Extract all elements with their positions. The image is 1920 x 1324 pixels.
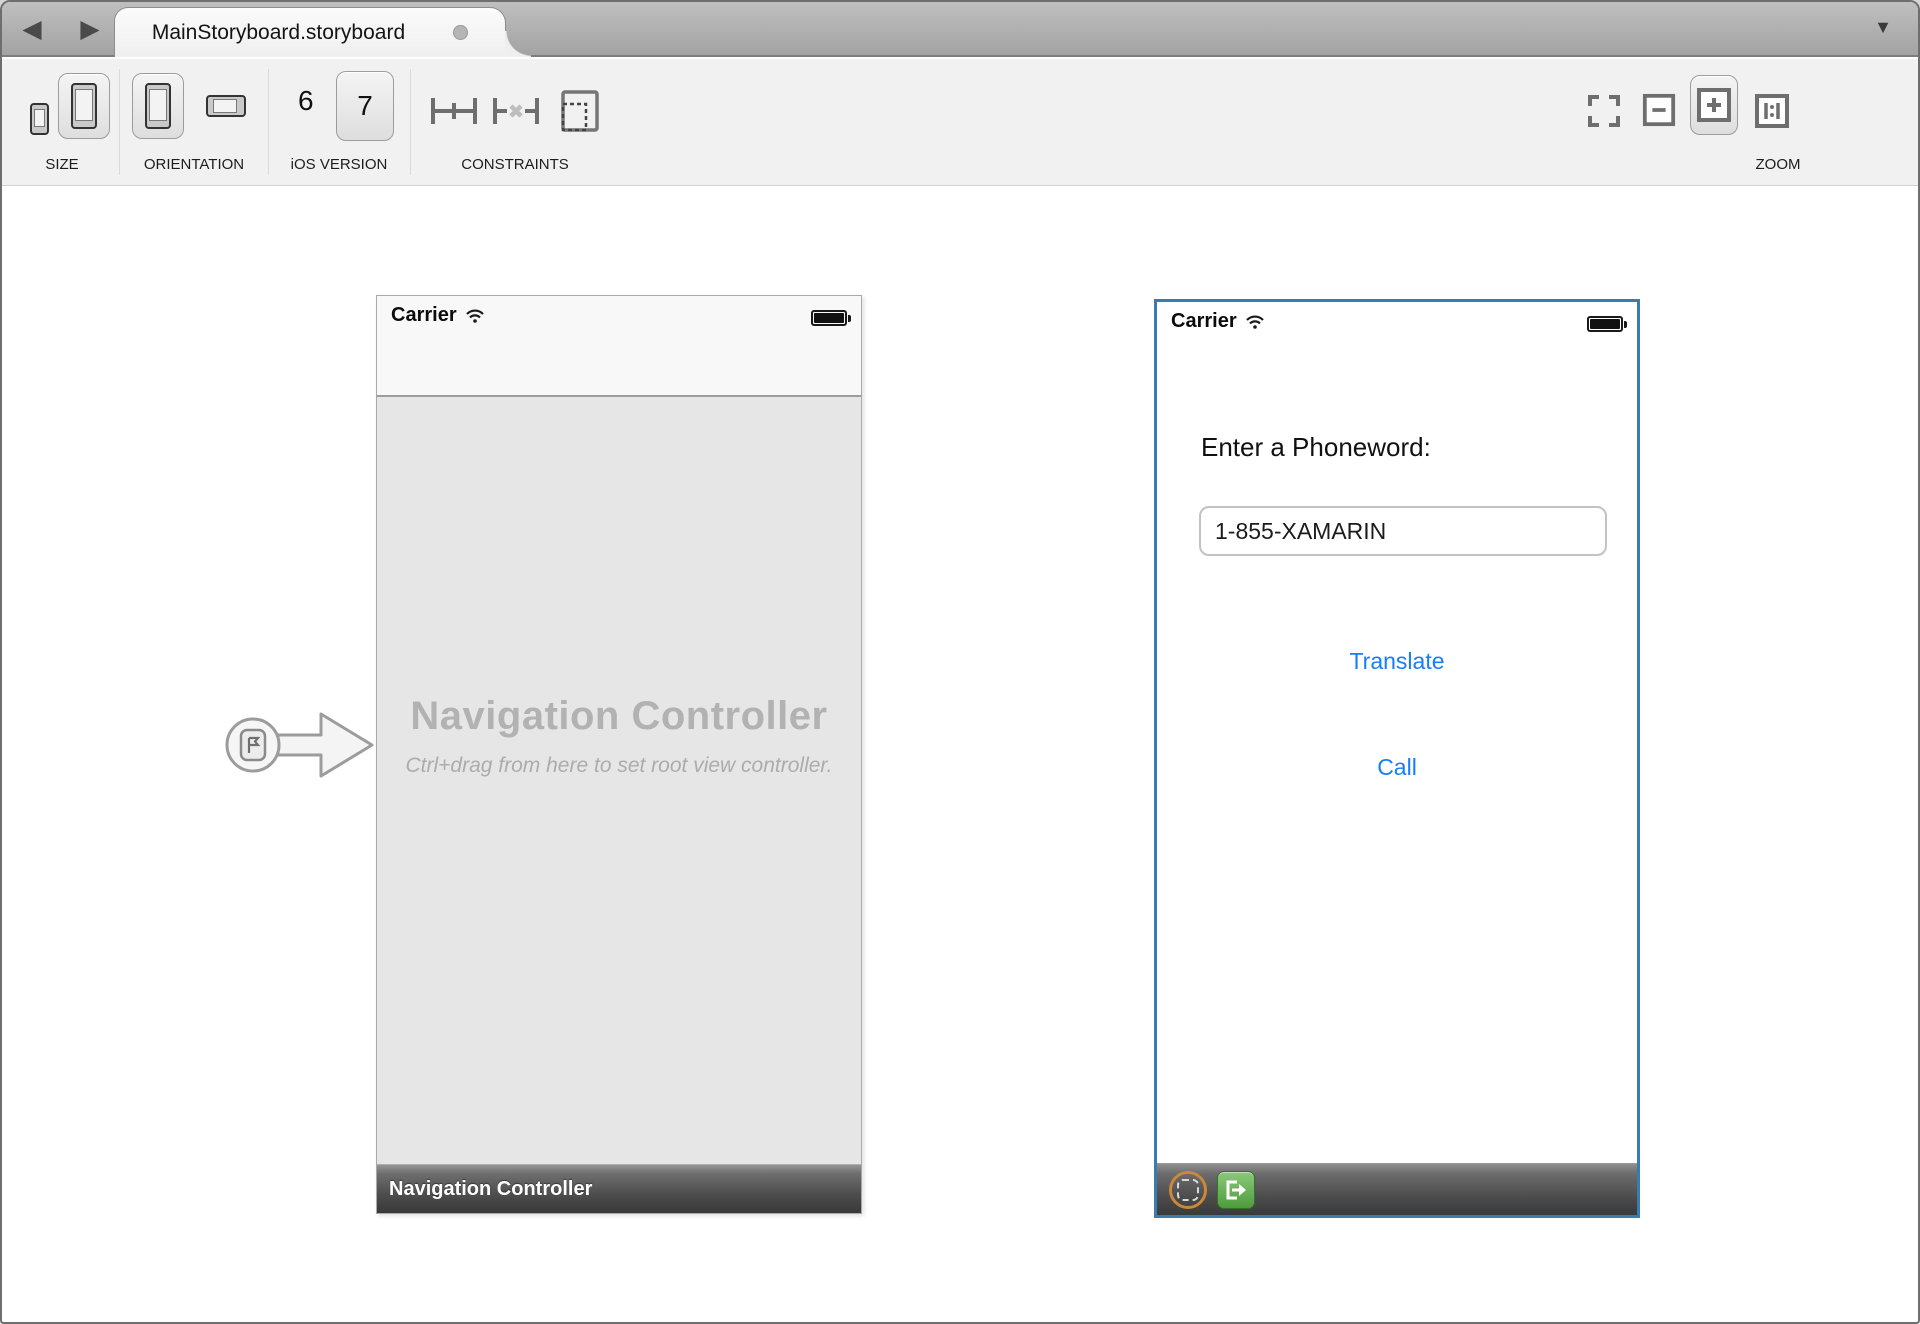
phoneword-prompt-label: Enter a Phoneword: [1201,432,1431,463]
designer-toolbar: SIZE ORIENTATION 6 7 iOS VERSION CONSTRA… [2,59,1918,186]
update-frames-icon[interactable] [560,89,600,133]
orientation-portrait-button[interactable] [132,73,184,139]
navigation-controller-scene[interactable]: Carrier Navigation Controller Ctrl+drag … [376,295,862,1214]
carrier-text: Carrier [391,304,457,327]
zoom-out-button[interactable] [1642,93,1676,127]
nav-status-bar: Carrier [377,296,861,397]
tab-title: MainStoryboard.storyboard [152,21,405,45]
back-icon[interactable]: ◀ [14,11,50,47]
carrier-text: Carrier [1171,310,1237,333]
size-4inch-icon [71,83,97,129]
scene-footer-bar[interactable] [1157,1163,1637,1215]
zoom-fit-icon[interactable] [1588,95,1620,127]
storyboard-canvas[interactable]: Carrier Navigation Controller Ctrl+drag … [2,187,1918,1322]
view-controller-icon[interactable] [1169,1171,1207,1209]
tab-bar: ◀ ▶ MainStoryboard.storyboard ▼ [2,2,1918,57]
scene-footer-label: Navigation Controller [377,1165,861,1213]
battery-icon [1587,316,1623,332]
orientation-portrait-icon [145,83,171,129]
ios-version-7-value: 7 [357,90,373,122]
navigation-controller-placeholder-title: Navigation Controller [377,694,861,739]
scene-footer-bar[interactable]: Navigation Controller [377,1164,861,1213]
size-label: SIZE [12,156,112,173]
zoom-in-icon [1696,87,1732,123]
exit-segue-icon [1223,1178,1249,1202]
carrier-status: Carrier [391,304,485,327]
vc-status-bar: Carrier [1157,302,1637,403]
zoom-in-button[interactable] [1690,75,1738,135]
orientation-landscape-icon[interactable] [206,95,246,117]
tab-mainstoryboard[interactable]: MainStoryboard.storyboard [114,7,506,57]
carrier-status: Carrier [1171,310,1265,333]
exit-segue-button[interactable] [1217,1171,1255,1209]
battery-icon [811,310,847,326]
designer-window: ◀ ▶ MainStoryboard.storyboard ▼ SIZE ORI… [0,0,1920,1324]
tab-modified-dot-icon [453,25,468,40]
orientation-label: ORIENTATION [119,156,269,173]
phoneword-input[interactable] [1199,506,1607,556]
zoom-actual-size-icon[interactable] [1754,93,1790,129]
size-3.5inch-icon[interactable] [30,103,49,135]
zoom-label: ZOOM [1678,156,1878,173]
navigation-controller-drag-hint: Ctrl+drag from here to set root view con… [377,754,861,778]
wifi-icon [465,308,485,324]
storyboard-entry-point-arrow[interactable] [224,705,380,787]
ios-version-7-button[interactable]: 7 [336,71,394,141]
add-constraint-icon[interactable] [430,95,478,127]
ios-version-label: iOS VERSION [269,156,409,173]
forward-icon[interactable]: ▶ [72,11,108,47]
size-4inch-button[interactable] [58,73,110,139]
wifi-icon [1245,314,1265,330]
translate-button[interactable]: Translate [1157,648,1637,675]
phoneword-view-controller-scene[interactable]: Carrier Enter a Phoneword: Translate Cal… [1154,299,1640,1218]
call-button[interactable]: Call [1157,754,1637,781]
tab-overflow-icon[interactable]: ▼ [1874,17,1892,38]
ios-version-6-button[interactable]: 6 [298,85,314,117]
toolbar-divider [410,69,411,175]
constraints-label: CONSTRAINTS [425,156,605,173]
remove-constraint-icon[interactable] [492,95,540,127]
